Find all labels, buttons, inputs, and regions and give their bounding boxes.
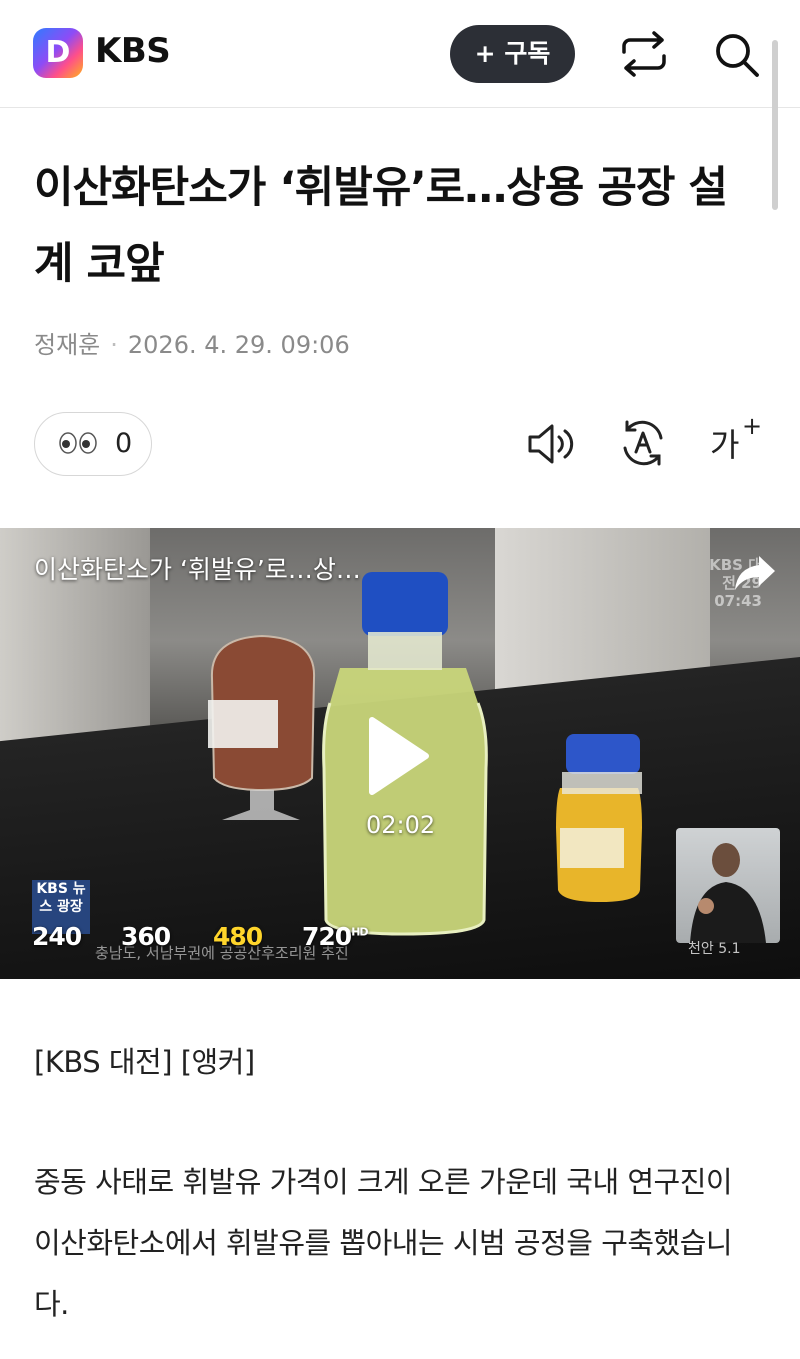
translate-icon[interactable] (618, 418, 668, 468)
font-size-button[interactable]: 가 + (710, 412, 762, 466)
reaction-count: 0 (115, 428, 133, 459)
video-player[interactable]: 이산화탄소가 ‘휘발유’로…상… KBS 대전 29 07:43 02:02 K… (0, 528, 800, 979)
font-size-label: 가 (710, 426, 740, 464)
reaction-button[interactable]: 0 (34, 412, 152, 476)
article-paragraph: 중동 사태로 휘발유 가격이 크게 오른 가운데 국내 연구진이 이산화탄소에서… (34, 1165, 733, 1321)
subscribe-button[interactable]: + 구독 (450, 25, 575, 83)
page-scrollbar[interactable] (772, 40, 778, 210)
video-share-icon[interactable] (733, 554, 777, 592)
search-icon[interactable] (712, 30, 762, 80)
hd-badge: HD (351, 925, 368, 939)
publish-datetime: 2026. 4. 29. 09:06 (127, 331, 350, 359)
article-dateline: [KBS 대전] [앵커] (34, 1045, 255, 1079)
top-header: D KBS + 구독 (0, 0, 800, 108)
quality-360[interactable]: 360 (121, 922, 171, 951)
weather-badge: 천안 5.1 (688, 941, 741, 957)
video-title: 이산화탄소가 ‘휘발유’로…상… (34, 555, 361, 584)
quality-720-label: 720 (302, 922, 352, 951)
eyes-emoji-icon (59, 432, 97, 454)
quality-240[interactable]: 240 (32, 922, 82, 951)
meta-separator: · (110, 331, 118, 359)
daum-logo-icon[interactable]: D (33, 28, 83, 78)
article-title: 이산화탄소가 ‘휘발유’로…상용 공장 설계 코앞 (34, 163, 728, 289)
quality-480[interactable]: 480 (213, 922, 263, 951)
logo-letter: D (45, 35, 71, 70)
play-icon[interactable] (366, 714, 432, 798)
author-name[interactable]: 정재훈 (34, 331, 100, 359)
sign-language-interpreter (676, 828, 780, 943)
interpreter-figure (690, 843, 766, 943)
share-icon[interactable] (618, 30, 670, 78)
plus-icon: + (742, 412, 763, 440)
speaker-icon[interactable] (526, 420, 578, 468)
video-duration: 02:02 (366, 811, 436, 839)
article-meta: 정재훈 · 2026. 4. 29. 09:06 (34, 325, 350, 360)
quality-720[interactable]: 720HD (302, 922, 369, 951)
brand-name[interactable]: KBS (95, 31, 171, 71)
